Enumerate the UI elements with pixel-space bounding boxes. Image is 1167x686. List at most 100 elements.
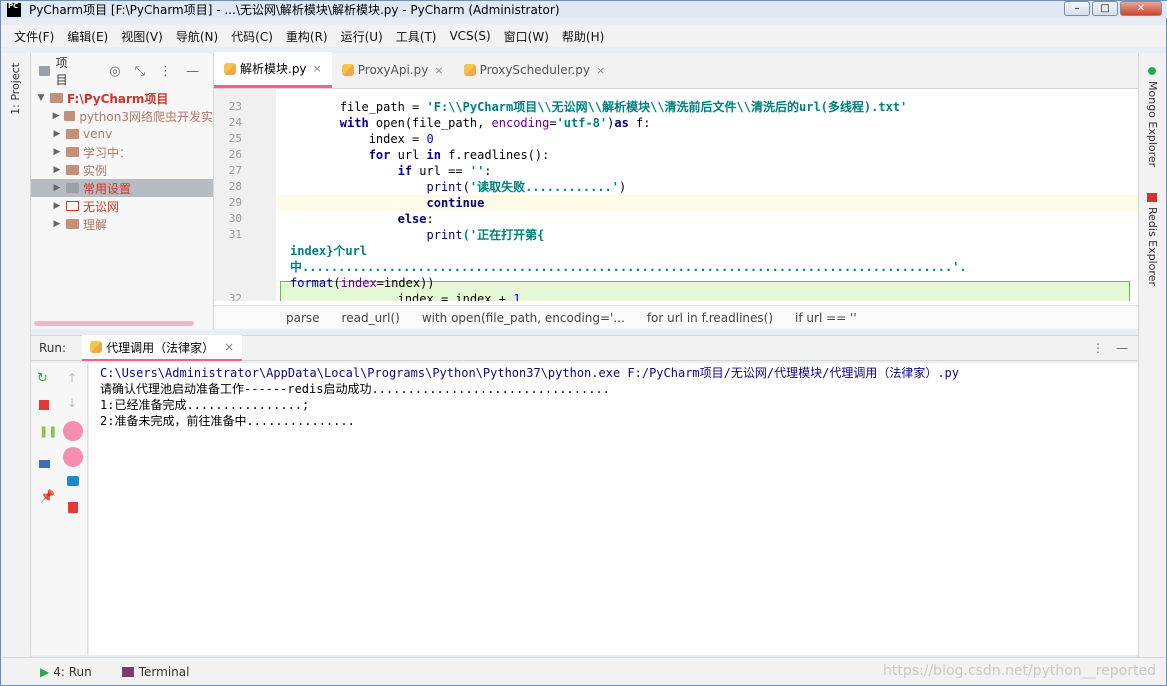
- code-line: 23 file_path = 'F:\\PyCharm项目\\无讼网\\解析模块…: [228, 100, 908, 114]
- chevron-right-icon[interactable]: ▶: [51, 129, 63, 139]
- print-icon[interactable]: [67, 476, 79, 486]
- horizontal-scrollbar[interactable]: [34, 321, 194, 326]
- breadcrumb: parse read_url() with open(file_path, en…: [214, 305, 1138, 329]
- run-toolbar: ↻ ❚❚ 📌 ↑ ↓: [31, 363, 88, 655]
- redis-explorer-tab[interactable]: Redis Explorer: [1146, 207, 1159, 286]
- chevron-right-icon[interactable]: ▶: [51, 147, 63, 157]
- run-config-tab[interactable]: 代理调用（法律家） ×: [82, 335, 243, 361]
- chevron-right-icon[interactable]: ▶: [51, 165, 63, 175]
- menu-refactor[interactable]: 重构(R): [286, 28, 328, 45]
- close-tab-icon[interactable]: ×: [434, 64, 443, 77]
- tab-parse-module[interactable]: 解析模块.py ×: [214, 52, 332, 88]
- tab-label: ProxyApi.py: [357, 63, 429, 77]
- tree-item[interactable]: ▶ 无讼网: [31, 197, 213, 215]
- mongo-explorer-tab[interactable]: Mongo Explorer: [1146, 81, 1159, 167]
- breadcrumb-item[interactable]: for url in f.readlines(): [647, 311, 773, 325]
- chevron-right-icon[interactable]: ▶: [51, 219, 63, 229]
- minimize-button[interactable]: –: [1064, 1, 1090, 16]
- breadcrumb-item[interactable]: parse: [286, 311, 320, 325]
- code-area[interactable]: 23 file_path = 'F:\\PyCharm项目\\无讼网\\解析模块…: [214, 89, 1138, 301]
- tab-proxyapi[interactable]: ProxyApi.py ×: [332, 52, 454, 88]
- tree-item[interactable]: ▶ 常用设置: [31, 179, 213, 197]
- close-button[interactable]: ✕: [1120, 1, 1162, 16]
- more-options-icon[interactable]: ⋮: [1092, 341, 1104, 355]
- code-line: 28 print('读取失败............'): [228, 180, 627, 194]
- tree-item[interactable]: ▶ 学习中：: [31, 143, 213, 161]
- tab-proxyscheduler[interactable]: ProxyScheduler.py ×: [454, 52, 616, 88]
- rerun-icon[interactable]: ↻: [37, 371, 49, 386]
- chevron-down-icon[interactable]: ▼: [35, 93, 47, 103]
- run-tool-label: 4: Run: [53, 664, 92, 679]
- terminal-label: Terminal: [138, 664, 190, 679]
- tree-item-label: 学习中：: [83, 145, 132, 160]
- project-dropdown[interactable]: 项目: [56, 54, 76, 88]
- tree-item-label: 实例: [83, 163, 108, 178]
- close-tab-icon[interactable]: ×: [313, 62, 322, 75]
- menu-vcs[interactable]: VCS(S): [449, 29, 490, 43]
- right-tool-strip: Mongo Explorer Redis Explorer: [1138, 53, 1166, 657]
- code-line: index}个url: [290, 244, 368, 258]
- tree-item[interactable]: ▶ 实例: [31, 161, 213, 179]
- run-console[interactable]: C:\Users\Administrator\AppData\Local\Pro…: [89, 363, 1138, 655]
- code-line: 中.......................................…: [290, 260, 967, 274]
- chevron-right-icon[interactable]: ▶: [51, 111, 61, 121]
- breadcrumb-item[interactable]: if url == '': [795, 311, 857, 325]
- code-line: 25 index = 0: [228, 132, 434, 146]
- run-panel-header: Run: 代理调用（法律家） × ⋮ —: [31, 335, 1138, 361]
- tree-item[interactable]: ▶ 理解: [31, 215, 213, 233]
- layout-icon[interactable]: [39, 460, 50, 468]
- project-panel-header: 项目 ◎ ⤡ ⋮ —: [31, 53, 213, 89]
- locate-icon[interactable]: ◎: [109, 64, 120, 79]
- console-line: 请确认代理池启动准备工作------redis启动成功.............…: [100, 382, 610, 396]
- menu-tools[interactable]: 工具(T): [396, 28, 437, 45]
- pin-icon[interactable]: 📌: [40, 489, 55, 503]
- close-tab-icon[interactable]: ×: [224, 340, 234, 354]
- menu-navigate[interactable]: 导航(N): [176, 28, 218, 45]
- tree-item[interactable]: ▶ venv: [31, 125, 213, 143]
- menu-window[interactable]: 窗口(W): [504, 28, 549, 45]
- menu-run[interactable]: 运行(U): [341, 28, 383, 45]
- close-tab-icon[interactable]: ×: [596, 64, 605, 77]
- scroll-to-end-icon[interactable]: [63, 447, 83, 467]
- arrow-down-icon[interactable]: ↓: [67, 396, 79, 410]
- menu-view[interactable]: 视图(V): [121, 28, 163, 45]
- watermark: https://blog.csdn.net/python__reported: [883, 663, 1156, 679]
- tree-item[interactable]: ▼ F:\PyCharm项目: [31, 89, 213, 107]
- breadcrumb-item[interactable]: with open(file_path, encoding='...: [422, 311, 625, 325]
- stop-icon[interactable]: [39, 400, 49, 410]
- menu-edit[interactable]: 编辑(E): [67, 28, 108, 45]
- more-options-icon[interactable]: ⋮: [159, 64, 172, 79]
- pause-icon[interactable]: ❚❚: [39, 425, 57, 438]
- project-tool-tab[interactable]: 1: Project: [9, 63, 22, 115]
- pycharm-icon: PC: [7, 2, 21, 17]
- ide-window: PC PyCharm项目 [F:\PyCharm项目] - ...\无讼网\解析…: [0, 0, 1167, 686]
- trash-icon[interactable]: [68, 502, 78, 513]
- window-title: PyCharm项目 [F:\PyCharm项目] - ...\无讼网\解析模块\…: [29, 3, 560, 17]
- tab-label: 解析模块.py: [240, 62, 307, 76]
- chevron-right-icon[interactable]: ▶: [51, 183, 63, 193]
- code-line: 29 continue: [228, 196, 485, 210]
- tree-item-label: python3网络爬虫开发实: [79, 109, 213, 124]
- folder-icon: [66, 219, 79, 229]
- arrow-up-icon[interactable]: ↑: [67, 371, 79, 385]
- run-tab-label: 代理调用（法律家）: [106, 340, 215, 355]
- hide-panel-icon[interactable]: —: [186, 64, 199, 79]
- menu-code[interactable]: 代码(C): [231, 28, 273, 45]
- chevron-right-icon[interactable]: ▶: [51, 201, 63, 211]
- collapse-icon[interactable]: ⤡: [135, 64, 145, 79]
- maximize-button[interactable]: □: [1092, 1, 1118, 16]
- tree-item[interactable]: ▶ python3网络爬虫开发实: [31, 107, 213, 125]
- breadcrumb-item[interactable]: read_url(): [342, 311, 400, 325]
- tab-label: ProxyScheduler.py: [479, 63, 590, 77]
- menu-help[interactable]: 帮助(H): [562, 28, 604, 45]
- code-line: 32 index = index + 1: [228, 292, 521, 301]
- terminal-tool-button[interactable]: Terminal: [121, 664, 190, 679]
- run-tool-button[interactable]: ▶ 4: Run: [40, 665, 92, 679]
- code-line: 26 for url in f.readlines():: [228, 148, 550, 162]
- run-icon: ▶: [40, 664, 50, 679]
- hide-panel-icon[interactable]: —: [1116, 341, 1128, 355]
- soft-wrap-icon[interactable]: [63, 421, 83, 441]
- menu-file[interactable]: 文件(F): [14, 28, 54, 45]
- folder-icon: [66, 147, 79, 157]
- code-line: 27 if url == '':: [228, 164, 492, 178]
